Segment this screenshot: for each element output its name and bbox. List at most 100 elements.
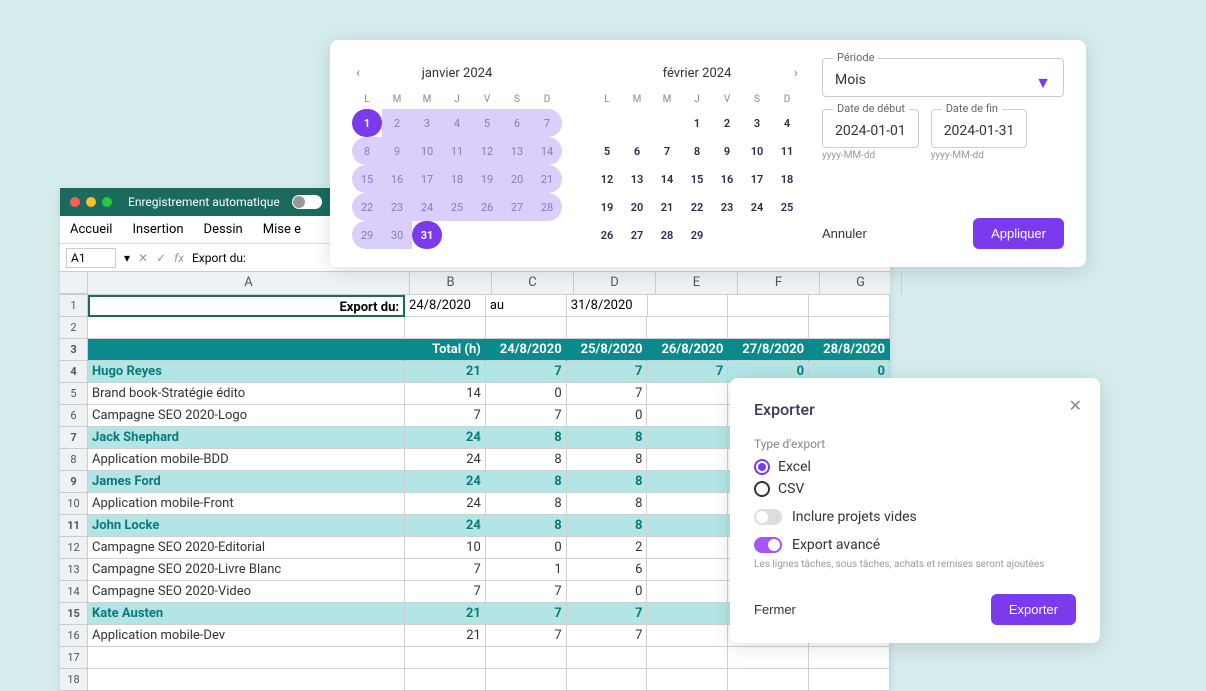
cell[interactable]: 7: [486, 405, 567, 427]
radio-csv[interactable]: CSV: [754, 481, 1076, 497]
export-button[interactable]: Exporter: [991, 594, 1076, 625]
cell[interactable]: 8: [486, 493, 567, 515]
radio-excel[interactable]: Excel: [754, 459, 1076, 475]
day-3[interactable]: 3: [412, 109, 442, 137]
cell[interactable]: 6: [567, 559, 648, 581]
day-27[interactable]: 27: [502, 193, 532, 221]
day-27[interactable]: 27: [622, 221, 652, 249]
cell[interactable]: Total (h): [405, 339, 486, 361]
cell[interactable]: John Locke: [88, 515, 405, 537]
cell[interactable]: [567, 669, 648, 691]
cell[interactable]: 7: [486, 581, 567, 603]
cell[interactable]: [728, 669, 809, 691]
row-header[interactable]: 17: [60, 647, 88, 669]
row-header[interactable]: 5: [60, 383, 88, 405]
cell[interactable]: 7: [486, 603, 567, 625]
cell[interactable]: [647, 603, 728, 625]
cell[interactable]: 7: [405, 581, 486, 603]
row-header[interactable]: 6: [60, 405, 88, 427]
cell[interactable]: 8: [567, 427, 648, 449]
cell[interactable]: [809, 647, 890, 669]
cell[interactable]: [647, 449, 728, 471]
cell[interactable]: 31/8/2020: [567, 295, 648, 317]
cell[interactable]: 26/8/2020: [647, 339, 728, 361]
cell[interactable]: [647, 515, 728, 537]
cell[interactable]: 8: [567, 449, 648, 471]
day-24[interactable]: 24: [742, 193, 772, 221]
minimize-dot-icon[interactable]: [86, 197, 96, 207]
cell[interactable]: James Ford: [88, 471, 405, 493]
cell[interactable]: [647, 405, 728, 427]
day-15[interactable]: 15: [352, 165, 382, 193]
row-header[interactable]: 14: [60, 581, 88, 603]
cell[interactable]: 24: [405, 493, 486, 515]
cell[interactable]: [647, 581, 728, 603]
day-24[interactable]: 24: [412, 193, 442, 221]
day-25[interactable]: 25: [442, 193, 472, 221]
cell[interactable]: 21: [405, 625, 486, 647]
cell[interactable]: Campagne SEO 2020-Livre Blanc: [88, 559, 405, 581]
day-2[interactable]: 2: [382, 109, 412, 137]
menu-mise[interactable]: Mise e: [263, 222, 301, 237]
cell[interactable]: [809, 295, 890, 317]
day-17[interactable]: 17: [742, 165, 772, 193]
cell[interactable]: [647, 317, 728, 339]
day-23[interactable]: 23: [382, 193, 412, 221]
autosave-toggle[interactable]: [292, 195, 322, 209]
day-31[interactable]: 31: [412, 221, 442, 249]
cell[interactable]: Jack Shephard: [88, 427, 405, 449]
cell[interactable]: 7: [567, 603, 648, 625]
day-12[interactable]: 12: [592, 165, 622, 193]
cell[interactable]: 8: [486, 449, 567, 471]
cell[interactable]: Campagne SEO 2020-Logo: [88, 405, 405, 427]
next-month-icon[interactable]: ›: [794, 65, 798, 81]
day-18[interactable]: 18: [442, 165, 472, 193]
cell[interactable]: 28/8/2020: [809, 339, 890, 361]
cell[interactable]: 8: [486, 427, 567, 449]
day-5[interactable]: 5: [592, 137, 622, 165]
col-header-B[interactable]: B: [410, 272, 492, 294]
cell[interactable]: Brand book-Stratégie édito: [88, 383, 405, 405]
day-22[interactable]: 22: [352, 193, 382, 221]
cell[interactable]: 27/8/2020: [728, 339, 809, 361]
menu-insertion[interactable]: Insertion: [132, 222, 183, 237]
cell[interactable]: 24: [405, 471, 486, 493]
cell[interactable]: [486, 647, 567, 669]
cell[interactable]: 7: [486, 361, 567, 383]
day-20[interactable]: 20: [622, 193, 652, 221]
cell[interactable]: Hugo Reyes: [88, 361, 405, 383]
day-5[interactable]: 5: [472, 109, 502, 137]
cell[interactable]: [647, 647, 728, 669]
cell[interactable]: [486, 317, 567, 339]
col-header-D[interactable]: D: [574, 272, 656, 294]
cell[interactable]: 10: [405, 537, 486, 559]
cell[interactable]: 7: [405, 559, 486, 581]
day-18[interactable]: 18: [772, 165, 802, 193]
cell[interactable]: 0: [486, 383, 567, 405]
cell[interactable]: 24: [405, 449, 486, 471]
cell[interactable]: [88, 669, 405, 691]
cell[interactable]: [647, 559, 728, 581]
row-header[interactable]: 10: [60, 493, 88, 515]
cell-reference[interactable]: A1: [66, 248, 116, 268]
cell[interactable]: 24: [405, 427, 486, 449]
cell[interactable]: 24: [405, 515, 486, 537]
row-header[interactable]: 7: [60, 427, 88, 449]
day-26[interactable]: 26: [472, 193, 502, 221]
cell[interactable]: 21: [405, 361, 486, 383]
dropdown-icon[interactable]: ▾: [124, 251, 130, 265]
cell[interactable]: 7: [647, 361, 728, 383]
row-header[interactable]: 16: [60, 625, 88, 647]
cell[interactable]: 2: [567, 537, 648, 559]
cell[interactable]: 0: [567, 581, 648, 603]
day-8[interactable]: 8: [682, 137, 712, 165]
day-6[interactable]: 6: [502, 109, 532, 137]
cell[interactable]: Application mobile-Dev: [88, 625, 405, 647]
cell[interactable]: [647, 625, 728, 647]
row-header[interactable]: 1: [60, 295, 88, 317]
formula-input[interactable]: Export du:: [192, 251, 246, 265]
cell[interactable]: [88, 647, 405, 669]
cell[interactable]: au: [486, 295, 567, 317]
cell[interactable]: 7: [567, 383, 648, 405]
col-header-E[interactable]: E: [656, 272, 738, 294]
